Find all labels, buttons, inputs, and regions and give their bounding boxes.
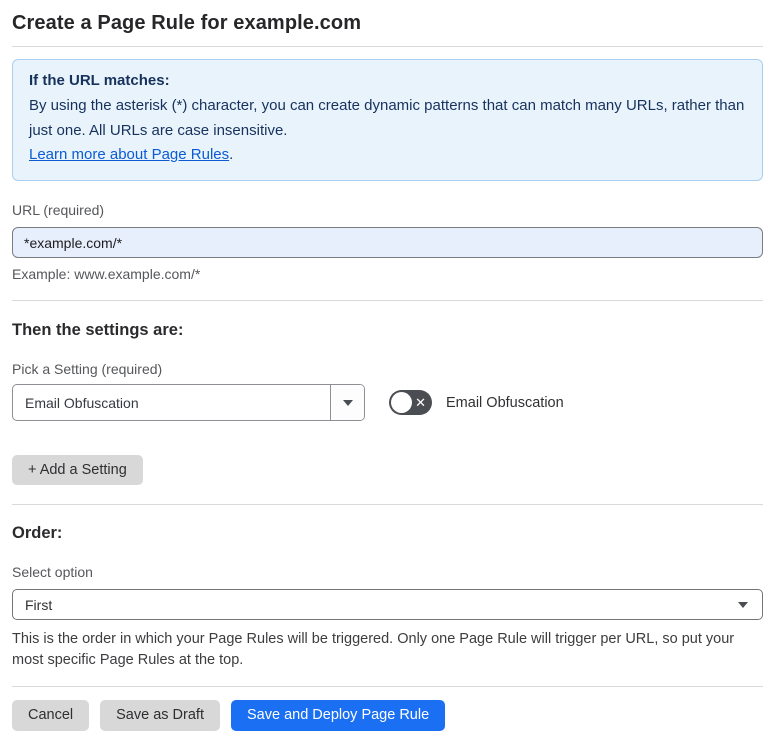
toggle-knob	[391, 392, 412, 413]
setting-select[interactable]: Email Obfuscation	[12, 384, 365, 421]
email-obfuscation-toggle-wrap: ✕ Email Obfuscation	[389, 390, 564, 415]
create-page-rule-form: Create a Page Rule for example.com If th…	[0, 0, 775, 747]
email-obfuscation-toggle[interactable]: ✕	[389, 390, 432, 415]
url-match-info-box: If the URL matches: By using the asteris…	[12, 59, 763, 181]
chevron-down-icon	[342, 399, 353, 406]
save-and-deploy-button[interactable]: Save and Deploy Page Rule	[230, 700, 446, 732]
toggle-label: Email Obfuscation	[446, 394, 564, 411]
divider	[12, 686, 763, 688]
pick-setting-label: Pick a Setting (required)	[12, 361, 163, 377]
order-description: This is the order in which your Page Rul…	[12, 631, 735, 669]
settings-section-heading: Then the settings are:	[12, 321, 184, 339]
page-title: Create a Page Rule for example.com	[12, 12, 362, 34]
setting-select-value: Email Obfuscation	[25, 394, 139, 411]
order-section-heading: Order:	[12, 524, 63, 542]
url-example-text: Example: www.example.com/*	[12, 266, 201, 282]
order-select[interactable]: First	[12, 589, 763, 620]
link-suffix: .	[229, 146, 234, 164]
add-setting-button[interactable]: + Add a Setting	[12, 455, 143, 485]
url-field-label: URL (required)	[12, 202, 105, 218]
order-select-label: Select option	[12, 564, 93, 580]
setting-select-arrow-button[interactable]	[330, 385, 364, 420]
info-box-heading: If the URL matches:	[29, 72, 170, 89]
toggle-off-x-icon: ✕	[415, 394, 426, 410]
order-select-value: First	[25, 596, 53, 613]
save-as-draft-button[interactable]: Save as Draft	[100, 700, 220, 732]
setting-row: Email Obfuscation ✕ Email Obfuscation	[12, 384, 763, 421]
cancel-button[interactable]: Cancel	[12, 700, 90, 732]
footer-actions: Cancel Save as Draft Save and Deploy Pag…	[12, 700, 763, 732]
divider	[12, 46, 763, 47]
divider	[12, 300, 763, 301]
learn-more-link[interactable]: Learn more about Page Rules	[29, 146, 229, 163]
divider	[12, 504, 763, 505]
url-input[interactable]	[12, 227, 763, 258]
chevron-down-icon	[738, 601, 748, 608]
info-box-body: By using the asterisk (*) character, you…	[29, 96, 745, 139]
